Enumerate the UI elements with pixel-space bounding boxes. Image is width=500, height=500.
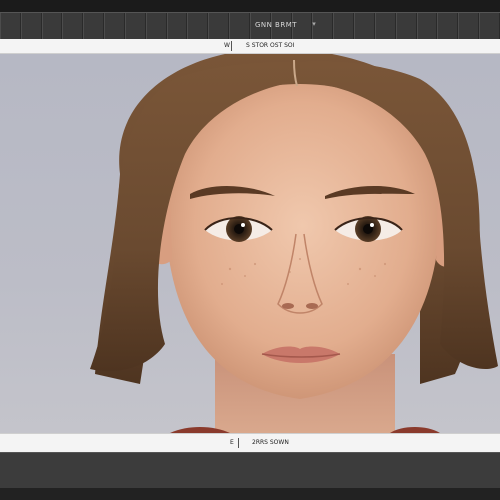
toolbar-cell[interactable] <box>187 13 209 39</box>
toolbar-cell[interactable] <box>416 13 438 39</box>
bottom-toolbar <box>0 452 500 489</box>
bottom-strip-label: 2RRS SOWN <box>252 439 289 446</box>
portrait-image <box>90 54 498 433</box>
toolbar-cell[interactable] <box>374 13 396 39</box>
toolbar-cell[interactable] <box>333 13 355 39</box>
app-window: GNN BRMT ▾ W S STOR OST SOI E 2RRS SOWN <box>0 0 500 500</box>
toolbar-title: GNN BRMT <box>254 21 298 29</box>
toolbar-cell[interactable] <box>0 13 21 39</box>
toolbar-cell[interactable] <box>41 13 63 39</box>
toolbar-cell[interactable] <box>62 13 84 39</box>
toolbar-cell[interactable] <box>104 13 125 39</box>
toolbar-cell[interactable] <box>166 13 188 39</box>
toolbar-cell[interactable] <box>145 13 167 39</box>
toolbar-cell[interactable] <box>20 13 42 39</box>
top-strip-marker: W <box>224 42 230 49</box>
divider <box>231 41 232 51</box>
top-strip-label: S STOR OST SOI <box>246 42 295 49</box>
toolbar-cell[interactable] <box>437 13 459 39</box>
toolbar-cell[interactable] <box>83 13 105 39</box>
image-canvas[interactable] <box>0 54 500 433</box>
toolbar-cell[interactable] <box>124 13 146 39</box>
top-info-strip: W S STOR OST SOI <box>0 39 500 54</box>
toolbar-cell[interactable] <box>458 13 480 39</box>
divider <box>238 438 239 448</box>
toolbar-cell[interactable] <box>395 13 417 39</box>
bottom-strip-marker: E <box>230 439 234 446</box>
toolbar-cell[interactable] <box>354 13 375 39</box>
window-bottom-edge <box>0 488 500 500</box>
bottom-info-strip: E 2RRS SOWN <box>0 433 500 452</box>
toolbar-cell[interactable] <box>208 13 230 39</box>
chevron-down-icon[interactable]: ▾ <box>310 19 318 29</box>
toolbar-cell[interactable] <box>479 13 500 39</box>
